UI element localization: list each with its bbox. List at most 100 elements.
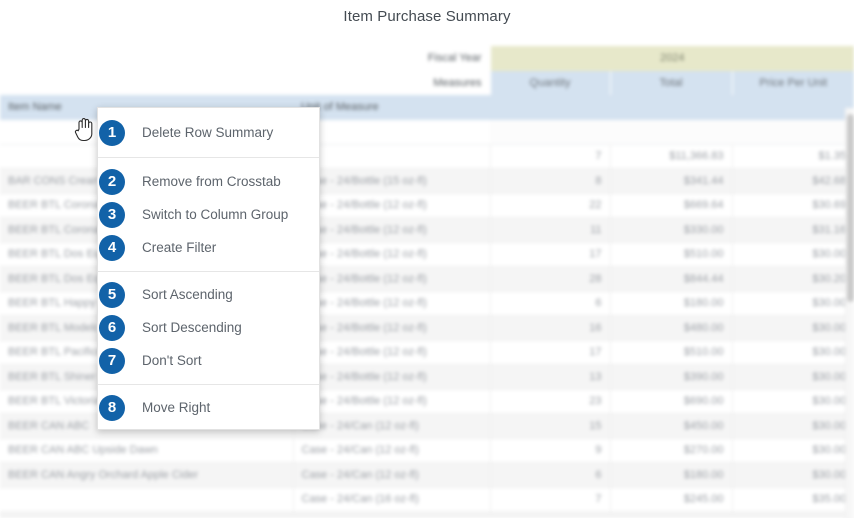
measure-column-header[interactable]: Total (609, 70, 732, 95)
cell-quantity: 13 (489, 364, 610, 390)
menu-item-label: Sort Descending (142, 320, 242, 335)
table-row[interactable]: BEER CAN Angry Orchard Apple Cider Case -… (0, 462, 854, 488)
cell-unit-of-measure: Case - 24/Can (12 oz-fl) (292, 462, 490, 488)
menu-item-create-filter[interactable]: Create Filter (98, 231, 319, 264)
cell-price-per-unit: $30.00 (731, 413, 854, 439)
cell-quantity: 15 (489, 413, 610, 439)
cell-unit-of-measure: Case - 24/Can (12 oz-fl) (292, 438, 490, 463)
cell-total: $180.00 (609, 291, 732, 316)
cell-total: $690.00 (609, 389, 732, 414)
cell-price-per-unit: $30.00 (731, 340, 854, 365)
cell-quantity: 17 (489, 242, 610, 267)
menu-item-label: Sort Ascending (142, 287, 233, 302)
menu-group: Remove from Crosstab Switch to Column Gro… (98, 157, 319, 271)
cell-item-name: BEER CAN Angry Orchard Apple Cider (0, 462, 293, 488)
cell-total: $180.00 (609, 462, 732, 488)
measures-row: Measures Quantity Total Price Per Unit (0, 70, 854, 95)
cell-price-per-unit: $42.68 (731, 168, 854, 194)
menu-item-sort-ascending[interactable]: Sort Ascending (98, 278, 319, 311)
cell-price-per-unit: $30.00 (731, 389, 854, 414)
cell-unit-of-measure: Case - 24/Can (12 oz-fl) (292, 413, 490, 439)
cell-price-per-unit: $30.00 (731, 291, 854, 316)
cell-quantity: 6 (489, 462, 610, 488)
cell-unit-of-measure: Case - 24/Bottle (12 oz-fl) (292, 340, 490, 365)
cell-total: $669.64 (609, 193, 732, 218)
menu-item-label: Switch to Column Group (142, 207, 289, 222)
cell-quantity: 16 (489, 315, 610, 341)
cell-unit-of-measure: Case - 24/Bottle (12 oz-fl) (292, 266, 490, 292)
cell-total: $270.00 (609, 438, 732, 463)
mouse-cursor-pointer (74, 116, 94, 142)
cell-unit-of-measure: Case - 24/Bottle (12 oz-fl) (292, 242, 490, 267)
cell-quantity: 6 (489, 291, 610, 316)
vertical-scrollbar[interactable] (845, 108, 854, 518)
fiscal-year-label: Fiscal Year (0, 46, 490, 71)
menu-item-move-right[interactable]: Move Right (98, 391, 319, 424)
cell-quantity: 22 (489, 193, 610, 218)
cell-unit-of-measure: Case - 24/Bottle (12 oz-fl) (292, 193, 490, 218)
cell-total: $245.00 (609, 487, 732, 512)
cell-price-per-unit: $35.00 (731, 487, 854, 512)
cell-price-per-unit: $30.00 (731, 315, 854, 341)
cell-total: $330.00 (609, 217, 732, 243)
cell-item-name: BEER CAN ABC Upside Dawn (0, 438, 293, 463)
cell-total: $480.00 (609, 315, 732, 341)
cell-quantity: 7 (489, 144, 610, 169)
menu-item-label: Move Right (142, 400, 211, 415)
cell-quantity: 23 (489, 389, 610, 414)
column-header-unit-of-measure[interactable]: Unit of Measure (293, 95, 490, 120)
cell-unit-of-measure: Case - 24/Bottle (12 oz-fl) (292, 217, 490, 243)
cell-unit-of-measure: Case - 24/Bottle (12 oz-fl) (292, 315, 490, 341)
cell-quantity: 17 (489, 340, 610, 365)
menu-item-don-t-sort[interactable]: Don't Sort (98, 344, 319, 377)
cell-total: $341.44 (609, 168, 732, 194)
cell-total: $11,366.83 (609, 144, 732, 169)
fiscal-year-row: Fiscal Year 2024 (0, 46, 854, 71)
cell-unit-of-measure: Case - 24/Bottle (15 oz-fl) (292, 168, 490, 194)
vertical-scrollbar-thumb[interactable] (847, 114, 854, 302)
fiscal-year-value: 2024 (489, 46, 854, 71)
cell-price-per-unit: $31.16 (731, 217, 854, 243)
cell-total: $844.44 (609, 266, 732, 292)
cell-quantity: 28 (489, 266, 610, 292)
cell-quantity: 9 (489, 438, 610, 463)
measure-column-header[interactable]: Quantity (489, 70, 610, 95)
cell-total: $510.00 (609, 242, 732, 267)
menu-item-label: Delete Row Summary (142, 125, 274, 140)
page-title: Item Purchase Summary (343, 8, 511, 25)
cell-price-per-unit: $30.00 (731, 242, 854, 267)
cell-total: $390.00 (609, 364, 732, 390)
cell-quantity: 11 (489, 217, 610, 243)
cell-price-per-unit: $30.20 (731, 266, 854, 292)
cell-unit-of-measure: Case - 24/Bottle (12 oz-fl) (292, 364, 490, 390)
cell-item-name (0, 487, 293, 512)
menu-item-remove-from-crosstab[interactable]: Remove from Crosstab (98, 165, 319, 198)
measure-column-header[interactable]: Price Per Unit (731, 70, 854, 95)
horizontal-scrollbar[interactable] (0, 511, 845, 518)
menu-item-sort-descending[interactable]: Sort Descending (98, 311, 319, 344)
cell-unit-of-measure: Case - 24/Bottle (12 oz-fl) (292, 291, 490, 316)
report-viewer: Item Purchase Summary Fiscal Year 2024 Mea… (0, 0, 854, 518)
table-row[interactable]: Case - 24/Can (16 oz-fl) 7 $245.00 $35.00 (0, 487, 854, 512)
menu-item-switch-to-column-group[interactable]: Switch to Column Group (98, 198, 319, 231)
cell-total: $510.00 (609, 340, 732, 365)
cell-price-per-unit: $30.00 (731, 462, 854, 488)
cell-unit-of-measure: Case - 24/Can (16 oz-fl) (292, 487, 490, 512)
row-header-context-menu[interactable]: Delete Row Summary Remove from Crosstab Sw… (97, 107, 320, 430)
cell-price-per-unit: $30.69 (731, 193, 854, 218)
menu-item-label: Don't Sort (142, 353, 202, 368)
measures-label: Measures (0, 70, 490, 95)
menu-item-label: Create Filter (142, 240, 217, 255)
menu-item-label: Remove from Crosstab (142, 174, 281, 189)
cell-unit-of-measure (292, 144, 490, 169)
menu-group: Delete Row Summary (98, 108, 319, 157)
table-row[interactable]: BEER CAN ABC Upside Dawn Case - 24/Can (1… (0, 438, 854, 463)
cell-price-per-unit: $30.00 (731, 364, 854, 390)
cell-quantity: 7 (489, 487, 610, 512)
menu-item-delete-row-summary[interactable]: Delete Row Summary (98, 116, 319, 149)
cell-price-per-unit: $30.00 (731, 438, 854, 463)
menu-group: Move Right (98, 384, 319, 432)
menu-group: Sort Ascending Sort Descending Don't Sort (98, 271, 319, 384)
cell-unit-of-measure: Case - 24/Bottle (12 oz-fl) (292, 389, 490, 414)
cell-total: $450.00 (609, 413, 732, 439)
